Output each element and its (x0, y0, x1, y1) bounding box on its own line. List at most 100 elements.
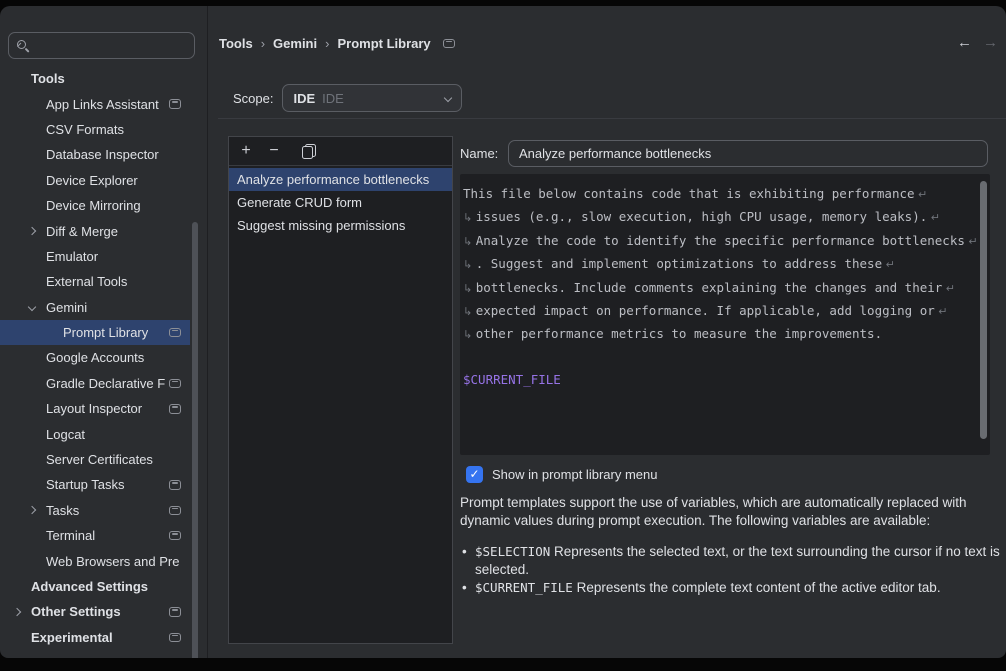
prompt-text-editor[interactable]: This file below contains code that is ex… (460, 174, 990, 455)
breadcrumb-separator: › (325, 36, 329, 51)
sidebar-item-external-tools[interactable]: External Tools (0, 269, 207, 294)
sidebar-item-label: CSV Formats (46, 122, 124, 137)
soft-wrap-end-icon: ↵ (927, 211, 940, 224)
sidebar-scrollbar-thumb[interactable] (192, 222, 198, 658)
chevron-down-icon (444, 94, 452, 102)
sidebar-item-prompt-library[interactable]: Prompt Library (0, 320, 207, 345)
sidebar-item-google-accounts[interactable]: Google Accounts (0, 345, 207, 370)
sidebar-item-layout-inspector[interactable]: Layout Inspector (0, 396, 207, 421)
chevron-right-icon[interactable] (13, 608, 21, 616)
sidebar-item-diff-merge[interactable]: Diff & Merge (0, 218, 207, 243)
settings-tree: Tools App Links Assistant CSV Formats Datab… (0, 66, 207, 650)
prompt-list-panel: + − Analyze performance bottlenecksGener… (228, 136, 453, 644)
variable-name: $CURRENT_FILE (475, 580, 573, 595)
scope-dropdown[interactable]: IDE IDE (282, 84, 462, 112)
breadcrumb-item-prompt-library[interactable]: Prompt Library (337, 36, 430, 51)
editor-line: This file below contains code that is ex… (463, 183, 974, 206)
chevron-right-icon[interactable] (28, 506, 36, 514)
editor-line: ↳ . Suggest and implement optimizations … (463, 253, 974, 276)
prompt-text-lines: This file below contains code that is ex… (463, 183, 974, 392)
sidebar-item-web-browsers-and-pre[interactable]: Web Browsers and Pre (0, 548, 207, 573)
editor-line-text: other performance metrics to measure the… (476, 326, 882, 341)
breadcrumb-item-tools[interactable]: Tools (219, 36, 253, 51)
editor-scrollbar-thumb[interactable] (980, 181, 987, 439)
header-divider (218, 118, 1006, 119)
sidebar-item-gemini[interactable]: Gemini (0, 295, 207, 320)
prompt-list-toolbar: + − (229, 137, 452, 166)
sidebar-item-label: Tools (31, 71, 65, 86)
sidebar-item-logcat[interactable]: Logcat (0, 421, 207, 446)
sidebar-item-other-settings[interactable]: Other Settings (0, 599, 207, 624)
soft-wrap-start-icon: ↳ (463, 328, 476, 341)
window-icon (169, 506, 181, 516)
editor-line-text: . Suggest and implement optimizations to… (476, 256, 882, 271)
sidebar-item-tasks[interactable]: Tasks (0, 498, 207, 523)
prompt-list-item[interactable]: Analyze performance bottlenecks (229, 168, 452, 191)
sidebar-item-server-certificates[interactable]: Server Certificates (0, 447, 207, 472)
sidebar-item-label: Google Accounts (46, 350, 144, 365)
settings-dialog: Tools App Links Assistant CSV Formats Datab… (0, 6, 1006, 658)
prompt-name-row: Name: (460, 140, 988, 167)
sidebar-item-tools[interactable]: Tools (0, 66, 207, 91)
sidebar-item-advanced-settings[interactable]: Advanced Settings (0, 574, 207, 599)
sidebar-item-label: Gradle Declarative F (46, 376, 165, 391)
breadcrumb-item-gemini[interactable]: Gemini (273, 36, 317, 51)
show-in-menu-row: ✓ Show in prompt library menu (466, 466, 657, 483)
prompt-name-input[interactable] (508, 140, 988, 167)
scope-row: Scope: IDE IDE (233, 84, 462, 112)
editor-line-text: issues (e.g., slow execution, high CPU u… (476, 209, 928, 224)
editor-line (463, 347, 974, 369)
sidebar-item-experimental[interactable]: Experimental (0, 625, 207, 650)
sidebar-item-device-mirroring[interactable]: Device Mirroring (0, 193, 207, 218)
editor-line-text: expected impact on performance. If appli… (476, 303, 935, 318)
editor-line: ↳ Analyze the code to identify the speci… (463, 230, 974, 253)
add-prompt-button[interactable]: + (238, 141, 254, 161)
sidebar-item-label: Layout Inspector (46, 401, 142, 416)
sidebar-item-label: External Tools (46, 274, 127, 289)
prompt-list-item[interactable]: Suggest missing permissions (229, 214, 452, 237)
editor-line: ↳ expected impact on performance. If app… (463, 300, 974, 323)
sidebar-item-label: Tasks (46, 503, 79, 518)
sidebar-item-startup-tasks[interactable]: Startup Tasks (0, 472, 207, 497)
chevron-down-icon[interactable] (28, 303, 36, 311)
back-arrow-icon[interactable]: ← (957, 34, 972, 51)
sidebar-item-label: Web Browsers and Pre (46, 554, 179, 569)
sidebar-item-label: Advanced Settings (31, 579, 148, 594)
sidebar-item-label: Emulator (46, 249, 98, 264)
sidebar-item-label: Server Certificates (46, 452, 153, 467)
chevron-right-icon[interactable] (28, 227, 36, 235)
sidebar-item-csv-formats[interactable]: CSV Formats (0, 117, 207, 142)
sidebar-item-terminal[interactable]: Terminal (0, 523, 207, 548)
soft-wrap-start-icon: ↳ (463, 282, 476, 295)
sidebar-item-label: Logcat (46, 427, 85, 442)
sidebar-item-emulator[interactable]: Emulator (0, 244, 207, 269)
sidebar-item-label: Database Inspector (46, 147, 159, 162)
variable-description-text: Represents the selected text, or the tex… (475, 544, 1000, 577)
variables-description: Prompt templates support the use of vari… (460, 494, 1006, 529)
show-in-menu-label: Show in prompt library menu (492, 467, 657, 482)
prompt-list-item[interactable]: Generate CRUD form (229, 191, 452, 214)
duplicate-prompt-icon[interactable] (301, 144, 316, 159)
sidebar-item-app-links-assistant[interactable]: App Links Assistant (0, 91, 207, 116)
sidebar-item-gradle-declarative-f[interactable]: Gradle Declarative F (0, 371, 207, 396)
sidebar-item-label: Device Mirroring (46, 198, 141, 213)
variable-list-item: $SELECTION Represents the selected text,… (460, 543, 1006, 578)
sidebar-item-label: Gemini (46, 300, 87, 315)
scope-value: IDE (293, 91, 315, 106)
window-icon (169, 99, 181, 109)
forward-arrow-icon[interactable]: → (983, 34, 998, 51)
sidebar-item-label: Startup Tasks (46, 477, 125, 492)
settings-search-input[interactable] (21, 38, 209, 53)
editor-line-text (463, 350, 471, 365)
variable-name: $SELECTION (475, 544, 550, 559)
variable-description-text: Represents the complete text content of … (577, 580, 941, 595)
sidebar-item-device-explorer[interactable]: Device Explorer (0, 168, 207, 193)
show-in-menu-checkbox[interactable]: ✓ (466, 466, 483, 483)
remove-prompt-button[interactable]: − (266, 141, 282, 161)
variables-list: $SELECTION Represents the selected text,… (460, 543, 1006, 598)
sidebar-item-label: Experimental (31, 630, 113, 645)
settings-search-box[interactable] (8, 32, 195, 59)
soft-wrap-end-icon: ↵ (935, 305, 948, 318)
sidebar-item-database-inspector[interactable]: Database Inspector (0, 142, 207, 167)
editor-line: $CURRENT_FILE (463, 369, 974, 391)
